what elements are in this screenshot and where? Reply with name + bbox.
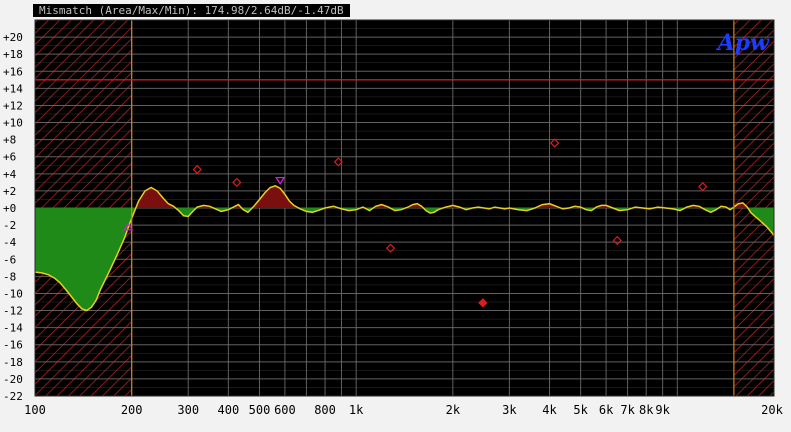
x-tick-label: 1k: [349, 403, 364, 417]
y-tick-label: +2: [3, 185, 16, 198]
x-tick-label: 300: [177, 403, 199, 417]
y-tick-label: -14: [3, 322, 23, 335]
x-tick-label: 4k: [542, 403, 557, 417]
y-tick-label: -18: [3, 356, 23, 369]
brand-logo: Apw: [717, 30, 769, 56]
y-tick-label: +18: [3, 48, 23, 61]
y-tick-label: -22: [3, 390, 23, 403]
x-tick-label: 5k: [573, 403, 588, 417]
y-tick-label: +16: [3, 65, 23, 78]
x-tick-label: 400: [218, 403, 240, 417]
y-tick-label: -4: [3, 236, 17, 249]
x-tick-label: 600: [274, 403, 296, 417]
chart-title: Mismatch (Area/Max/Min): 174.98/2.64dB/-…: [33, 4, 350, 17]
y-tick-label: +10: [3, 117, 23, 130]
y-tick-label: -10: [3, 287, 23, 300]
y-tick-label: -2: [3, 219, 16, 232]
x-tick-label: 500: [249, 403, 271, 417]
mismatch-chart: +20 +18 +16 +14 +12 +10 +8 +6 +4 +2 +0 -2 -4 -6 -8 -10 -…: [3, 19, 784, 417]
y-tick-label: -6: [3, 253, 16, 266]
x-tick-label: 2k: [446, 403, 461, 417]
x-tick-label: 7k: [620, 403, 635, 417]
y-tick-label: -8: [3, 270, 16, 283]
x-tick-label: 100: [24, 403, 46, 417]
y-tick-label: +12: [3, 99, 23, 112]
y-tick-label: +8: [3, 134, 16, 147]
x-tick-label: 3k: [502, 403, 517, 417]
y-tick-label: -20: [3, 373, 23, 386]
y-tick-label: +4: [3, 168, 17, 181]
y-tick-label: -16: [3, 339, 23, 352]
x-tick-label: 6k: [599, 403, 614, 417]
y-tick-label: -12: [3, 305, 23, 318]
x-tick-label: 200: [121, 403, 143, 417]
y-tick-label: +0: [3, 202, 16, 215]
x-tick-label: 20k: [761, 403, 783, 417]
y-tick-label: +6: [3, 151, 16, 164]
chart-frame: +20 +18 +16 +14 +12 +10 +8 +6 +4 +2 +0 -2 -4 -6 -8 -10 -…: [0, 0, 791, 428]
x-tick-label: 8k: [639, 403, 654, 417]
y-tick-label: +14: [3, 82, 23, 95]
y-tick-label: +20: [3, 31, 23, 44]
x-tick-label: 800: [314, 403, 336, 417]
x-tick-label: 9k: [655, 403, 670, 417]
